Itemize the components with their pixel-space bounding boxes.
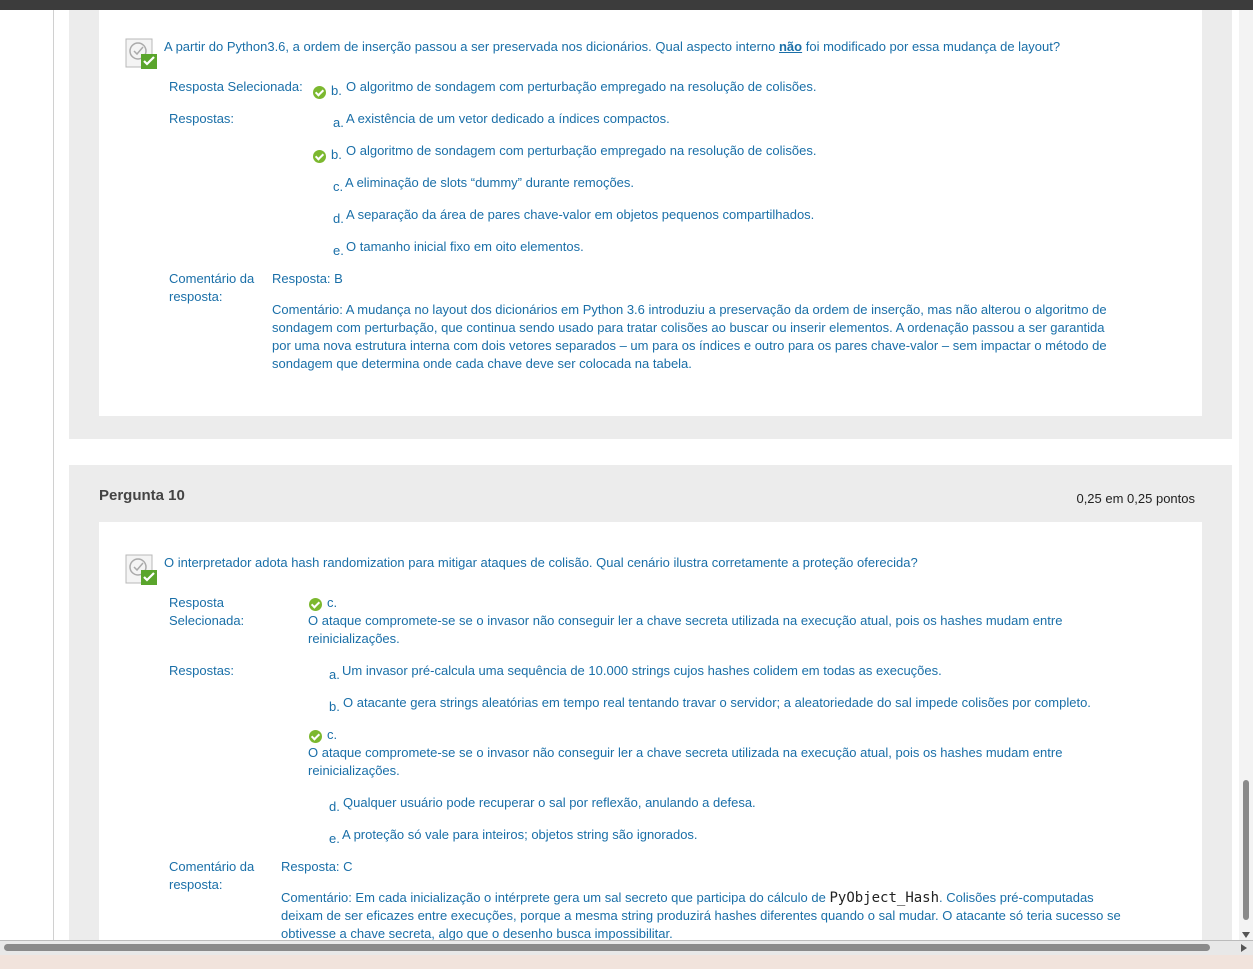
answer-option-d: Qualquer usuário pode recuperar o sal po… [343,795,756,810]
question-10-card [99,522,1202,942]
answer-option-b: O atacante gera strings aleatórias em te… [343,695,1091,710]
check-icon [309,598,322,611]
taskbar [0,955,1253,969]
scroll-down-arrow-icon[interactable] [1242,932,1250,938]
question-correct-icon [125,38,157,69]
option-letter: b. [329,699,340,714]
vertical-scrollbar[interactable] [1239,10,1253,940]
answer-option-a: A existência de um vetor dedicado a índi… [346,111,670,126]
selected-answer-label: Resposta Selecionada: [169,79,303,94]
option-letter: d. [329,799,340,814]
check-icon [313,86,326,99]
comment-label: Comentário da resposta: [169,271,255,304]
comment-label: Comentário da resposta: [169,859,255,892]
code-identifier: PyObject_Hash [829,890,940,906]
check-icon [313,150,326,163]
option-letter: c. [333,179,344,194]
option-letter: e. [333,243,344,258]
answer-option-c: O ataque compromete-se se o invasor não … [308,745,1063,778]
option-letter: a. [329,667,340,682]
answer-option-e: A proteção só vale para inteiros; objeto… [342,827,698,842]
option-letter: c. [327,595,338,610]
option-letter: d. [333,211,344,226]
option-letter: b. [331,83,342,98]
comment-answer: Resposta: B [272,271,343,286]
answer-option-b: O algoritmo de sondagem com perturbação … [346,143,817,158]
question-10-text: O interpretador adota hash randomization… [164,555,918,570]
answer-option-a: Um invasor pré-calcula uma sequência de … [342,663,942,678]
option-letter: b. [331,147,342,162]
selected-answer-text: O algoritmo de sondagem com perturbação … [346,79,817,94]
question-correct-icon [125,554,157,585]
answers-label: Respostas: [169,111,235,126]
option-letter: c. [327,727,338,742]
comment-text: Comentário: Em cada inicialização o inté… [281,890,1121,941]
left-divider [53,10,54,940]
answer-option-d: A separação da área de pares chave-valor… [346,207,815,222]
option-letter: e. [329,831,340,846]
question-points: 0,25 em 0,25 pontos [1076,491,1195,506]
check-icon [309,730,322,743]
option-letter: a. [333,115,344,130]
answer-option-e: O tamanho inicial fixo em oito elementos… [346,239,584,254]
selected-answer-text: O ataque compromete-se se o invasor não … [308,613,1063,646]
question-title: Pergunta 10 [99,487,185,504]
scroll-right-arrow-icon[interactable] [1241,944,1247,952]
vertical-scrollbar-thumb[interactable] [1243,780,1249,920]
selected-answer-label: Resposta Selecionada: [169,595,245,628]
answers-label: Respostas: [169,663,235,678]
question-9-text: A partir do Python3.6, a ordem de inserç… [164,39,1061,54]
horizontal-scrollbar[interactable] [0,940,1253,955]
answer-option-c: A eliminação de slots “dummy” durante re… [345,175,635,190]
horizontal-scrollbar-thumb[interactable] [4,944,1210,951]
comment-answer: Resposta: C [281,859,353,874]
browser-top-bar [0,0,1253,10]
comment-text: Comentário: A mudança no layout dos dici… [272,302,1107,371]
